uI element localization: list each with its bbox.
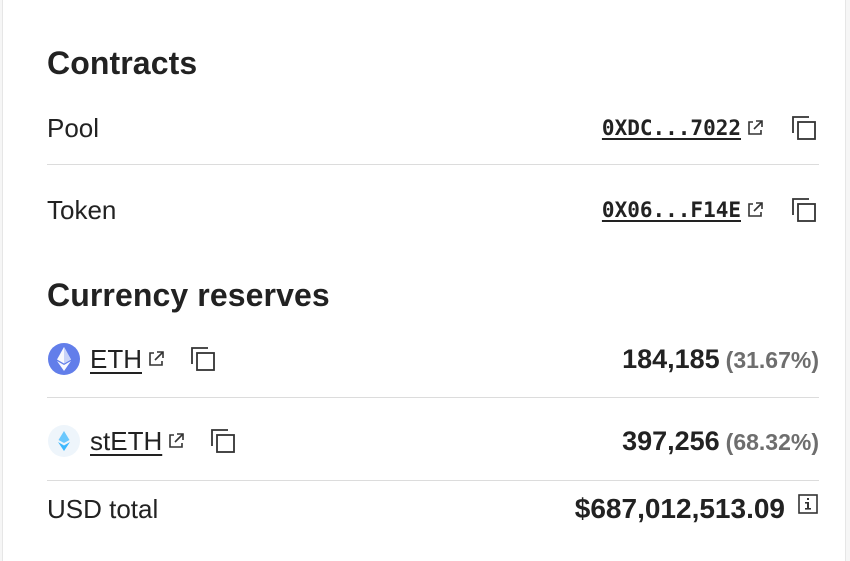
pool-address-group: 0XDC...7022 (602, 113, 819, 143)
external-link-icon[interactable] (166, 431, 186, 451)
token-address-group: 0X06...F14E (602, 195, 819, 225)
eth-coin-group: ETH (47, 342, 218, 376)
pool-label: Pool (47, 112, 100, 143)
copy-icon[interactable] (208, 426, 238, 456)
copy-icon[interactable] (789, 113, 819, 143)
external-link-icon[interactable] (146, 349, 166, 369)
pool-address-link[interactable]: 0XDC...7022 (602, 116, 741, 140)
steth-reserve-value: 397,256 (68.32%) (622, 426, 819, 457)
divider (47, 164, 819, 165)
usd-total-value: $687,012,513.09 (574, 493, 785, 524)
steth-percent: (68.32%) (725, 428, 819, 455)
divider (47, 397, 819, 398)
usd-total-value-group: $687,012,513.09 (575, 493, 819, 525)
eth-icon (48, 343, 80, 375)
eth-amount: 184,185 (622, 343, 720, 374)
info-icon[interactable] (797, 493, 819, 515)
token-address-link[interactable]: 0X06...F14E (602, 198, 741, 222)
divider (47, 480, 819, 481)
steth-link[interactable]: stETH (90, 426, 162, 457)
external-link-icon[interactable] (745, 200, 765, 220)
eth-link[interactable]: ETH (90, 344, 142, 375)
copy-icon[interactable] (789, 195, 819, 225)
token-label: Token (47, 194, 117, 225)
copy-icon[interactable] (188, 344, 218, 374)
steth-icon (48, 425, 80, 457)
reserve-row-eth: ETH 184,185 (31.67%) (47, 338, 819, 380)
eth-reserve-value: 184,185 (31.67%) (622, 344, 819, 375)
steth-amount: 397,256 (622, 425, 720, 456)
contracts-heading: Contracts (47, 45, 198, 81)
contract-row-pool: Pool 0XDC...7022 (47, 108, 819, 148)
pool-details-panel: Contracts Pool 0XDC...7022 Token 0X06...… (2, 0, 846, 561)
steth-coin-group: stETH (47, 424, 238, 458)
eth-percent: (31.67%) (725, 346, 819, 373)
reserve-row-steth: stETH 397,256 (68.32%) (47, 420, 819, 462)
currency-reserves-heading: Currency reserves (47, 277, 330, 313)
external-link-icon[interactable] (745, 118, 765, 138)
contract-row-token: Token 0X06...F14E (47, 190, 819, 230)
usd-total-label: USD total (47, 493, 159, 524)
usd-total-row: USD total $687,012,513.09 (47, 488, 819, 530)
